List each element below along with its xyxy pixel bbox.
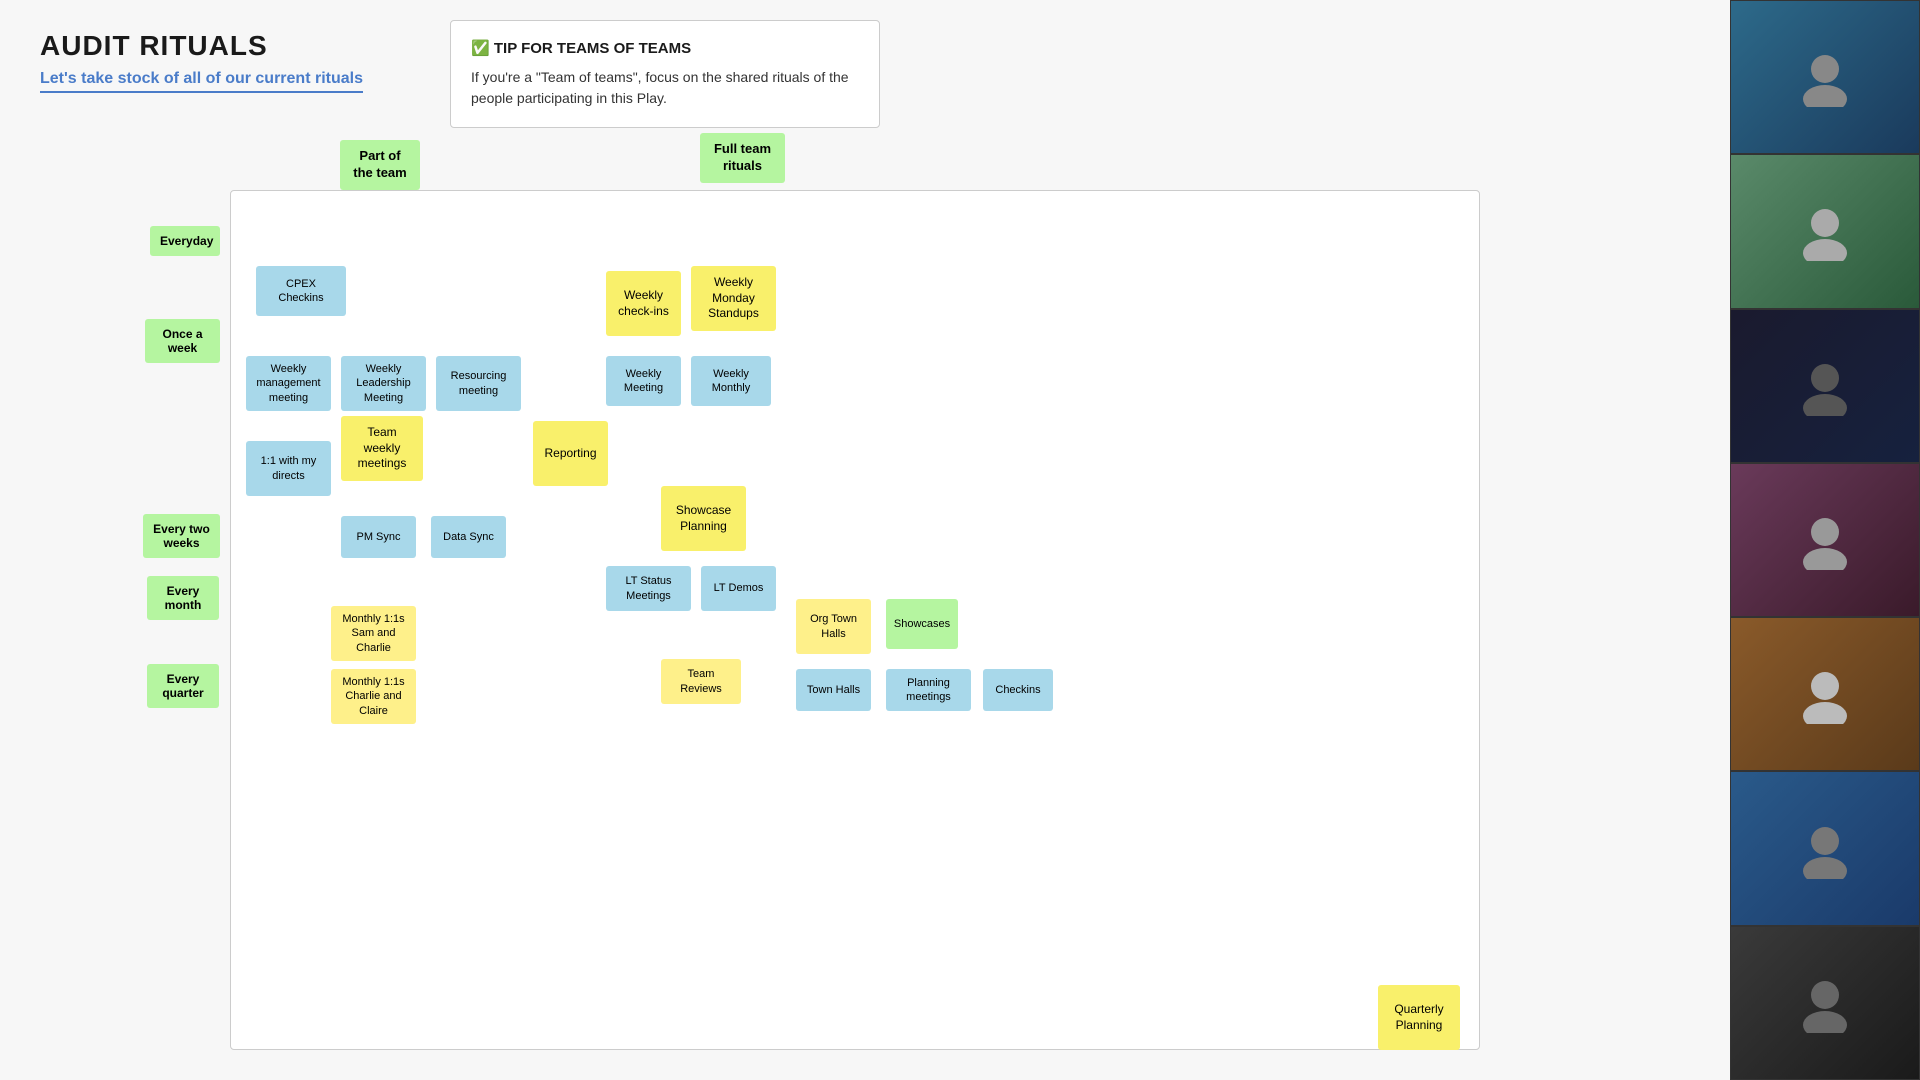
- avatar-6: [1731, 772, 1919, 924]
- avatar-3: [1731, 310, 1919, 462]
- tip-icon: ✅: [471, 40, 490, 57]
- sticky-one-on-one[interactable]: 1:1 with my directs: [246, 441, 331, 496]
- video-tile-5: [1730, 617, 1920, 771]
- video-tile-4: [1730, 463, 1920, 617]
- sticky-showcases[interactable]: Showcases: [886, 599, 958, 649]
- sticky-weekly-monthly[interactable]: Weekly Monthly: [691, 356, 771, 406]
- video-tile-7: [1730, 926, 1920, 1080]
- video-tile-6: [1730, 771, 1920, 925]
- sticky-org-town-halls[interactable]: Org Town Halls: [796, 599, 871, 654]
- tip-title-text: TIP FOR TEAMS OF TEAMS: [494, 40, 691, 57]
- tip-box: ✅ TIP FOR TEAMS OF TEAMS If you're a "Te…: [450, 20, 880, 128]
- avatar-5: [1731, 618, 1919, 770]
- sticky-quarterly-planning[interactable]: Quarterly Planning: [1378, 985, 1460, 1050]
- row-label-everyday: Everyday: [150, 215, 220, 267]
- sticky-monthly-charlie[interactable]: Monthly 1:1s Charlie and Claire: [331, 669, 416, 724]
- sticky-lt-status[interactable]: LT Status Meetings: [606, 566, 691, 611]
- sticky-town-halls[interactable]: Town Halls: [796, 669, 871, 711]
- sticky-weekly-leadership[interactable]: Weekly Leadership Meeting: [341, 356, 426, 411]
- sticky-resourcing[interactable]: Resourcing meeting: [436, 356, 521, 411]
- sticky-reporting[interactable]: Reporting: [533, 421, 608, 486]
- page-subtitle: Let's take stock of all of our current r…: [40, 70, 363, 93]
- row-label-every-month: Every month: [147, 577, 219, 619]
- sticky-team-reviews[interactable]: Team Reviews: [661, 659, 741, 704]
- sticky-weekly-checkins[interactable]: Weekly check-ins: [606, 271, 681, 336]
- row-label-once-week: Once a week: [145, 315, 220, 367]
- row-label-two-weeks: Every two weeks: [143, 510, 220, 562]
- sticky-monthly-sam[interactable]: Monthly 1:1s Sam and Charlie: [331, 606, 416, 661]
- video-tile-1: [1730, 0, 1920, 154]
- main-content: AUDIT RITUALS Let's take stock of all of…: [0, 0, 1730, 1080]
- avatar-2: [1731, 155, 1919, 307]
- avatar-7: [1731, 927, 1919, 1079]
- video-tile-3: [1730, 309, 1920, 463]
- video-sidebar: [1730, 0, 1920, 1080]
- sticky-lt-demos[interactable]: LT Demos: [701, 566, 776, 611]
- avatar-1: [1731, 1, 1919, 153]
- board-area: CPEX Checkins Weekly management meeting …: [230, 190, 1480, 1050]
- sticky-pm-sync[interactable]: PM Sync: [341, 516, 416, 558]
- sticky-weekly-monday[interactable]: Weekly Monday Standups: [691, 266, 776, 331]
- sticky-showcase-planning[interactable]: Showcase Planning: [661, 486, 746, 551]
- col-label-part: Part of the team: [340, 140, 420, 190]
- row-label-every-quarter: Every quarter: [147, 660, 219, 712]
- sticky-checkins[interactable]: Checkins: [983, 669, 1053, 711]
- sticky-weekly-mgmt[interactable]: Weekly management meeting: [246, 356, 331, 411]
- tip-body: If you're a "Team of teams", focus on th…: [471, 67, 859, 109]
- sticky-cpex[interactable]: CPEX Checkins: [256, 266, 346, 316]
- sticky-planning-meetings[interactable]: Planning meetings: [886, 669, 971, 711]
- video-tile-2: [1730, 154, 1920, 308]
- sticky-team-weekly[interactable]: Team weekly meetings: [341, 416, 423, 481]
- col-label-full: Full team rituals: [700, 133, 785, 183]
- sticky-data-sync[interactable]: Data Sync: [431, 516, 506, 558]
- avatar-4: [1731, 464, 1919, 616]
- tip-title: ✅ TIP FOR TEAMS OF TEAMS: [471, 39, 859, 57]
- sticky-weekly-meeting[interactable]: Weekly Meeting: [606, 356, 681, 406]
